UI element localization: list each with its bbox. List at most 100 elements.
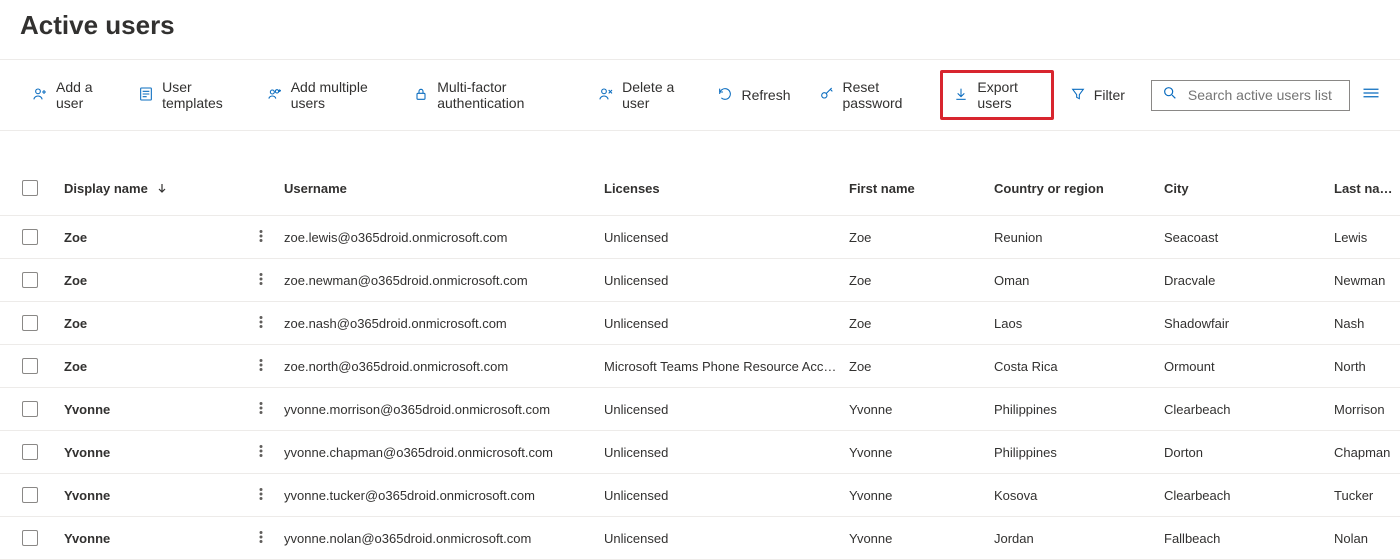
cell-last-name: Tucker bbox=[1330, 488, 1400, 503]
person-plus-icon bbox=[32, 86, 48, 105]
col-display-name[interactable]: Display name bbox=[60, 181, 250, 196]
cell-username: zoe.newman@o365droid.onmicrosoft.com bbox=[280, 273, 600, 288]
row-actions-button[interactable] bbox=[254, 317, 268, 332]
toolbar-label: Export users bbox=[977, 79, 1040, 111]
table-row[interactable]: Yvonneyvonne.morrison@o365droid.onmicros… bbox=[0, 388, 1400, 431]
row-actions-button[interactable] bbox=[254, 231, 268, 246]
cell-city: Dracvale bbox=[1160, 273, 1330, 288]
cell-last-name: Nolan bbox=[1330, 531, 1400, 546]
row-checkbox[interactable] bbox=[22, 358, 38, 374]
refresh-button[interactable]: Refresh bbox=[705, 78, 802, 113]
toolbar-label: Multi-factor authentication bbox=[437, 79, 570, 111]
cell-first-name: Yvonne bbox=[845, 445, 990, 460]
cell-licenses: Unlicensed bbox=[600, 316, 845, 331]
toolbar-label: Filter bbox=[1094, 87, 1125, 103]
list-options-button[interactable] bbox=[1362, 86, 1380, 105]
cell-city: Clearbeach bbox=[1160, 402, 1330, 417]
cell-first-name: Zoe bbox=[845, 316, 990, 331]
select-all-checkbox[interactable] bbox=[22, 180, 38, 196]
add-multiple-users-button[interactable]: Add multiple users bbox=[255, 71, 398, 119]
cell-display-name[interactable]: Zoe bbox=[60, 273, 250, 288]
row-actions-button[interactable] bbox=[254, 360, 268, 375]
cell-first-name: Yvonne bbox=[845, 488, 990, 503]
template-icon bbox=[138, 86, 154, 105]
cell-username: yvonne.nolan@o365droid.onmicrosoft.com bbox=[280, 531, 600, 546]
cell-licenses: Unlicensed bbox=[600, 230, 845, 245]
cell-username: zoe.north@o365droid.onmicrosoft.com bbox=[280, 359, 600, 374]
cell-display-name[interactable]: Yvonne bbox=[60, 445, 250, 460]
row-actions-button[interactable] bbox=[254, 403, 268, 418]
toolbar: Add a user User templates Add multiple u… bbox=[0, 60, 1400, 131]
cell-username: zoe.lewis@o365droid.onmicrosoft.com bbox=[280, 230, 600, 245]
cell-licenses: Unlicensed bbox=[600, 531, 845, 546]
cell-display-name[interactable]: Yvonne bbox=[60, 488, 250, 503]
table-row[interactable]: Yvonne yvonne.nolan@o365droid.onmicrosoft… bbox=[0, 517, 1400, 560]
col-city[interactable]: City bbox=[1160, 181, 1330, 196]
table-row[interactable]: Zoezoe.newman@o365droid.onmicrosoft.comU… bbox=[0, 259, 1400, 302]
users-table: Display name Username Licenses First nam… bbox=[0, 161, 1400, 560]
table-row[interactable]: Zoezoe.north@o365droid.onmicrosoft.comMi… bbox=[0, 345, 1400, 388]
cell-city: Dorton bbox=[1160, 445, 1330, 460]
export-users-button[interactable]: Export users bbox=[940, 70, 1053, 120]
row-checkbox[interactable] bbox=[22, 487, 38, 503]
cell-last-name: North bbox=[1330, 359, 1400, 374]
cell-country: Reunion bbox=[990, 230, 1160, 245]
toolbar-label: Add multiple users bbox=[291, 79, 386, 111]
cell-licenses: Unlicensed bbox=[600, 488, 845, 503]
toolbar-label: User templates bbox=[162, 79, 239, 111]
key-icon bbox=[819, 86, 835, 105]
table-row[interactable]: Yvonne yvonne.tucker@o365droid.onmicrosof… bbox=[0, 474, 1400, 517]
cell-display-name[interactable]: Yvonne bbox=[60, 402, 250, 417]
cell-display-name[interactable]: Yvonne bbox=[60, 531, 250, 546]
cell-display-name[interactable]: Zoe bbox=[60, 359, 250, 374]
cell-last-name: Lewis bbox=[1330, 230, 1400, 245]
row-checkbox[interactable] bbox=[22, 401, 38, 417]
row-checkbox[interactable] bbox=[22, 229, 38, 245]
search-icon bbox=[1162, 85, 1178, 106]
refresh-icon bbox=[717, 86, 733, 105]
cell-licenses: Unlicensed bbox=[600, 445, 845, 460]
filter-button[interactable]: Filter bbox=[1058, 78, 1137, 113]
cell-display-name[interactable]: Zoe bbox=[60, 316, 250, 331]
table-row[interactable]: Zoe zoe.nash@o365droid.onmicrosoft.comUnl… bbox=[0, 302, 1400, 345]
toolbar-label: Refresh bbox=[741, 87, 790, 103]
row-actions-button[interactable] bbox=[254, 446, 268, 461]
cell-last-name: Newman bbox=[1330, 273, 1400, 288]
reset-password-button[interactable]: Reset password bbox=[807, 71, 937, 119]
page-title: Active users bbox=[0, 0, 1400, 59]
row-checkbox[interactable] bbox=[22, 444, 38, 460]
delete-user-button[interactable]: Delete a user bbox=[586, 71, 701, 119]
search-box[interactable] bbox=[1151, 80, 1350, 111]
cell-city: Clearbeach bbox=[1160, 488, 1330, 503]
col-first-name[interactable]: First name bbox=[845, 181, 990, 196]
toolbar-label: Add a user bbox=[56, 79, 110, 111]
add-user-button[interactable]: Add a user bbox=[20, 71, 122, 119]
user-templates-button[interactable]: User templates bbox=[126, 71, 251, 119]
col-country[interactable]: Country or region bbox=[990, 181, 1160, 196]
cell-country: Philippines bbox=[990, 402, 1160, 417]
table-row[interactable]: Yvonne yvonne.chapman@o365droid.onmicroso… bbox=[0, 431, 1400, 474]
cell-country: Oman bbox=[990, 273, 1160, 288]
search-input[interactable] bbox=[1186, 86, 1339, 104]
col-last-name[interactable]: Last name bbox=[1330, 181, 1400, 196]
cell-display-name[interactable]: Zoe bbox=[60, 230, 250, 245]
row-checkbox[interactable] bbox=[22, 530, 38, 546]
table-row[interactable]: Zoe zoe.lewis@o365droid.onmicrosoft.comUn… bbox=[0, 216, 1400, 259]
cell-country: Philippines bbox=[990, 445, 1160, 460]
sort-arrow-down-icon bbox=[157, 183, 167, 193]
col-username[interactable]: Username bbox=[280, 181, 600, 196]
cell-username: zoe.nash@o365droid.onmicrosoft.com bbox=[280, 316, 600, 331]
cell-last-name: Nash bbox=[1330, 316, 1400, 331]
mfa-button[interactable]: Multi-factor authentication bbox=[401, 71, 582, 119]
row-actions-button[interactable] bbox=[254, 489, 268, 504]
row-actions-button[interactable] bbox=[254, 274, 268, 289]
col-licenses[interactable]: Licenses bbox=[600, 181, 845, 196]
cell-first-name: Zoe bbox=[845, 230, 990, 245]
cell-username: yvonne.tucker@o365droid.onmicrosoft.com bbox=[280, 488, 600, 503]
row-actions-button[interactable] bbox=[254, 532, 268, 547]
list-options-icon bbox=[1362, 87, 1380, 104]
row-checkbox[interactable] bbox=[22, 315, 38, 331]
cell-username: yvonne.chapman@o365droid.onmicrosoft.com bbox=[280, 445, 600, 460]
row-checkbox[interactable] bbox=[22, 272, 38, 288]
table-header-row: Display name Username Licenses First nam… bbox=[0, 161, 1400, 216]
